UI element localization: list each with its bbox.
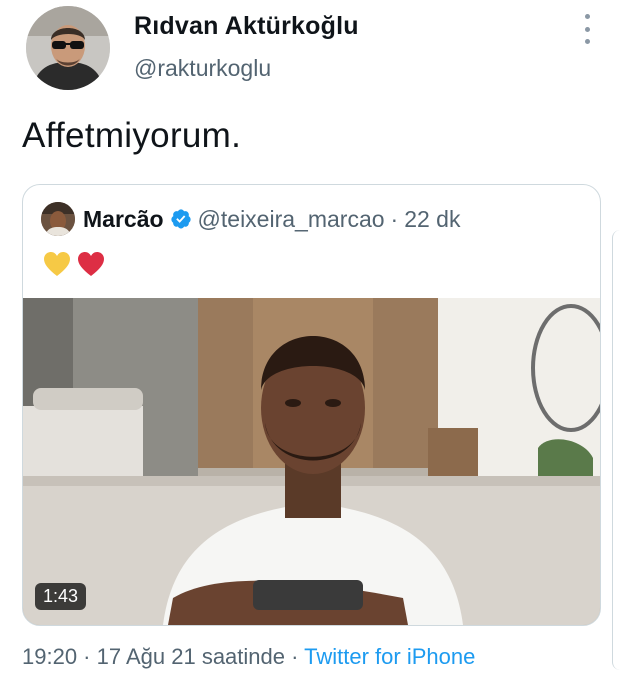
tweet-text: Affetmiyorum. [22, 116, 242, 155]
dot [584, 26, 590, 32]
quoted-tweet-time[interactable]: 22 dk [404, 206, 460, 233]
more-options-icon[interactable] [578, 14, 596, 44]
adjacent-card-edge [612, 230, 621, 670]
tweet-metadata: 19:20 · 17 Ağu 21 saatinde · Twitter for… [22, 644, 475, 670]
video-player[interactable]: 1:43 [23, 298, 600, 625]
quoted-tweet-text [43, 251, 105, 277]
quoted-author-handle[interactable]: @teixeira_marcao [198, 206, 385, 233]
quoted-author-name[interactable]: Marcão [83, 206, 164, 233]
dot [584, 39, 590, 44]
author-avatar[interactable] [26, 6, 110, 90]
red-heart-icon [78, 252, 104, 276]
author-name[interactable]: Rıdvan Aktürkoğlu [134, 12, 359, 41]
avatar-photo [26, 6, 110, 90]
tweet-source-link[interactable]: Twitter for iPhone [304, 644, 475, 669]
author-handle[interactable]: @rakturkoglu [134, 55, 271, 82]
dot [584, 14, 590, 19]
separator-dot: · [390, 205, 399, 232]
verified-badge-icon [170, 209, 191, 229]
quoted-avatar-photo [41, 202, 75, 236]
yellow-heart-icon [44, 252, 70, 276]
video-duration-badge: 1:43 [35, 583, 87, 610]
quoted-author-avatar[interactable] [41, 202, 75, 236]
video-thumbnail [23, 298, 600, 625]
quoted-tweet-card[interactable]: Marcão @teixeira_marcao · 22 dk 1:43 [22, 184, 601, 626]
quoted-tweet-header: Marcão @teixeira_marcao · 22 dk [41, 201, 460, 237]
tweet-timestamp[interactable]: 19:20 · 17 Ağu 21 saatinde · [22, 644, 298, 669]
